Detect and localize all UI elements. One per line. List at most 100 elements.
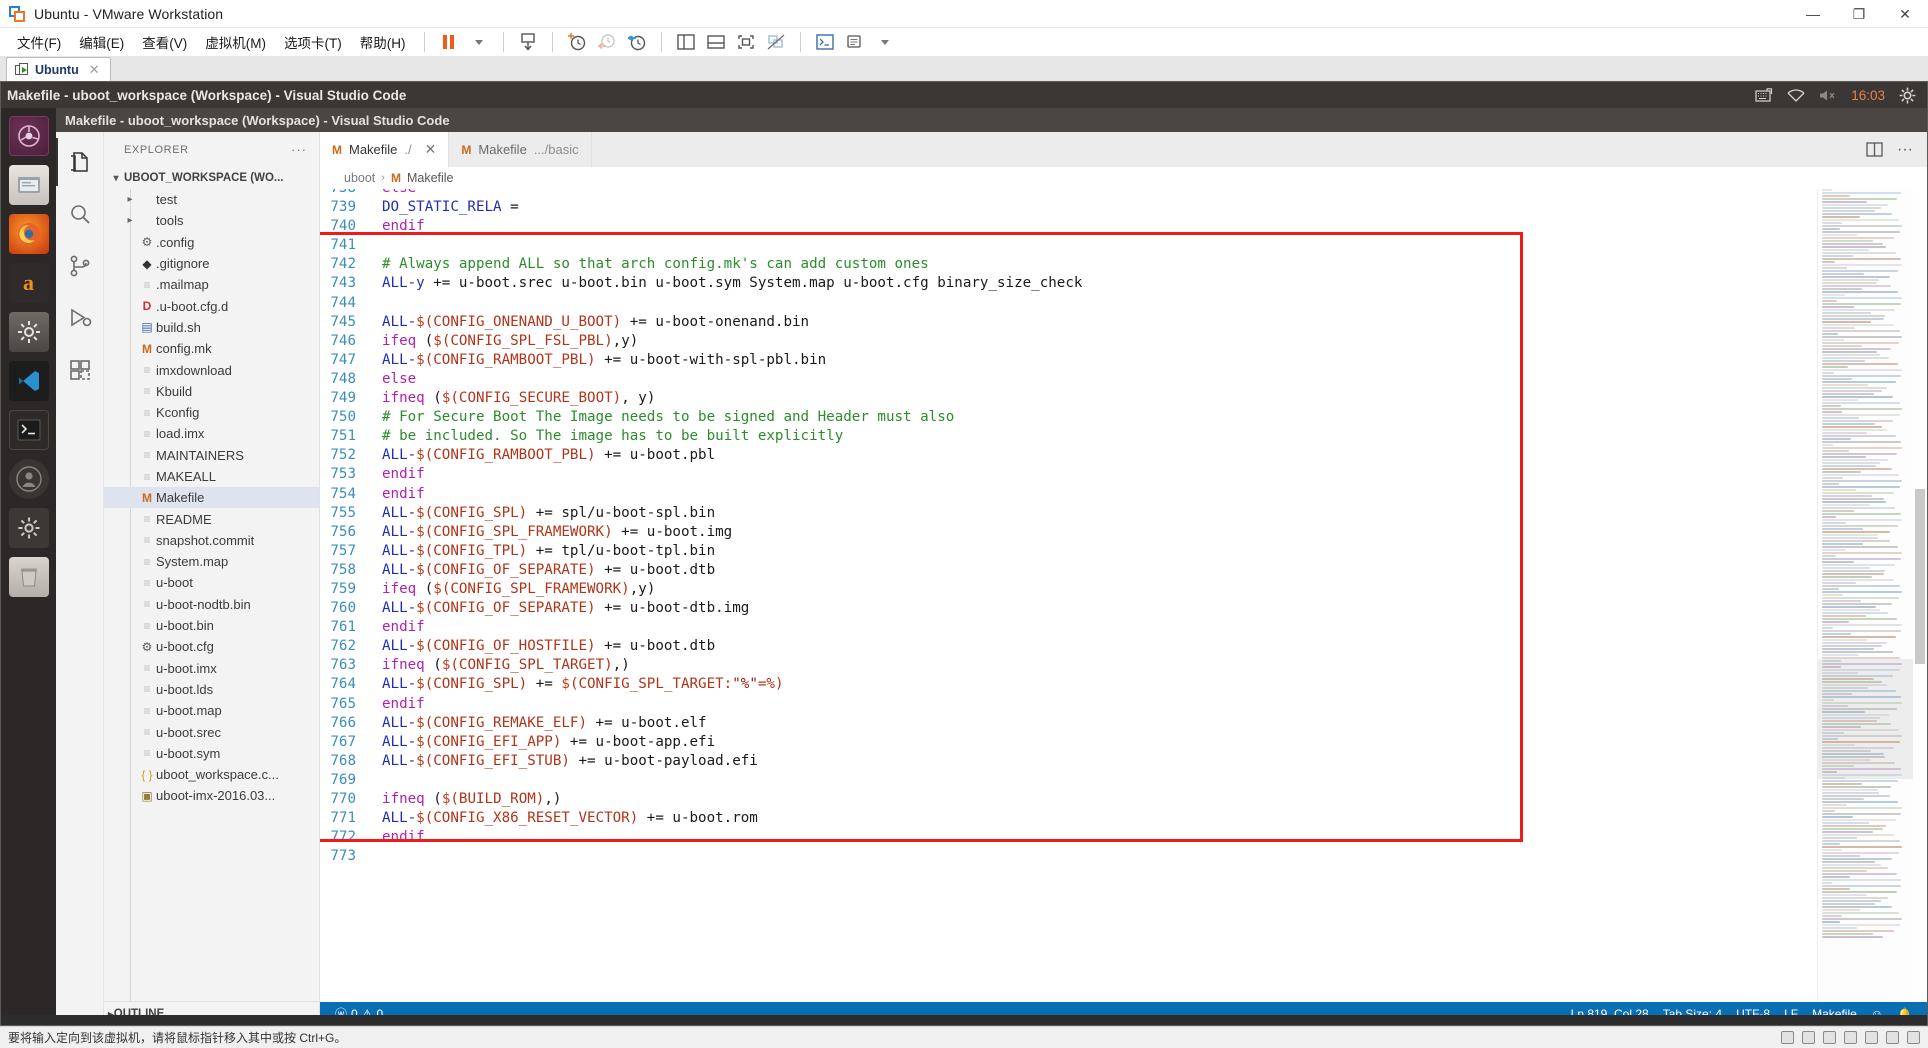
- activity-source-control-icon[interactable]: [56, 242, 104, 290]
- close-icon[interactable]: ✕: [425, 141, 437, 158]
- code-line[interactable]: 746 ifeq ($(CONFIG_SPL_FSL_PBL),y): [320, 332, 1817, 351]
- view-unity-icon[interactable]: [761, 29, 791, 55]
- code-line[interactable]: 752 ALL-$(CONFIG_RAMBOOT_PBL) += u-boot.p…: [320, 446, 1817, 465]
- tree-file-row[interactable]: ≡ load.imx: [104, 423, 319, 444]
- minimap[interactable]: [1817, 189, 1913, 1002]
- editor-scrollbar[interactable]: [1913, 189, 1927, 1002]
- code-line[interactable]: 744: [320, 294, 1817, 313]
- network-indicator-icon[interactable]: [1823, 1031, 1836, 1044]
- view-stacked-icon[interactable]: [701, 29, 731, 55]
- tree-file-row[interactable]: M Makefile: [104, 487, 319, 509]
- tree-file-row[interactable]: { } uboot_workspace.c...: [104, 764, 319, 785]
- tree-file-row[interactable]: ≡ .mailmap: [104, 274, 319, 295]
- code-line[interactable]: 759 ifeq ($(CONFIG_SPL_FRAMEWORK),y): [320, 580, 1817, 599]
- menu-file[interactable]: 文件(F): [8, 28, 70, 56]
- tree-file-row[interactable]: ≡ u-boot.srec: [104, 721, 319, 742]
- tree-file-row[interactable]: D .u-boot.cfg.d: [104, 295, 319, 316]
- code-editor-area[interactable]: 738else739DO_STATIC_RELA =740endif741742…: [320, 189, 1927, 1002]
- code-line[interactable]: 764 ALL-$(CONFIG_SPL) += $(CONFIG_SPL_TAR…: [320, 675, 1817, 694]
- code-line[interactable]: 741: [320, 236, 1817, 255]
- tree-folder-row[interactable]: ▸ test: [104, 189, 319, 210]
- tree-file-row[interactable]: ≡ MAINTAINERS: [104, 445, 319, 466]
- activity-search-icon[interactable]: [56, 190, 104, 238]
- tree-file-row[interactable]: ◆ .gitignore: [104, 253, 319, 274]
- usb-indicator-icon[interactable]: [1844, 1031, 1857, 1044]
- tree-file-row[interactable]: ≡ u-boot.lds: [104, 679, 319, 700]
- launcher-trash-icon[interactable]: [8, 557, 49, 597]
- tree-file-row[interactable]: Mconfig.mk: [104, 338, 319, 359]
- launcher-dash-home-icon[interactable]: [8, 116, 49, 156]
- cd-indicator-icon[interactable]: [1802, 1031, 1815, 1044]
- code-line[interactable]: 758 ALL-$(CONFIG_OF_SEPARATE) += u-boot.d…: [320, 561, 1817, 580]
- toolbar-caret-icon[interactable]: [870, 29, 900, 55]
- activity-run-debug-icon[interactable]: [56, 294, 104, 342]
- tree-file-row[interactable]: ≡ u-boot.sym: [104, 743, 319, 764]
- code-line[interactable]: 740 endif: [320, 217, 1817, 236]
- tree-file-row[interactable]: ≡ Kbuild: [104, 381, 319, 402]
- tree-file-row[interactable]: ≡ u-boot: [104, 572, 319, 593]
- launcher-terminal-icon[interactable]: [8, 410, 49, 450]
- tree-file-row[interactable]: ▤ build.sh: [104, 317, 319, 338]
- hard-disk-indicator-icon[interactable]: [1781, 1031, 1794, 1044]
- code-line[interactable]: 745 ALL-$(CONFIG_ONENAND_U_BOOT) += u-boo…: [320, 313, 1817, 332]
- code-line[interactable]: 773: [320, 847, 1817, 866]
- code-line[interactable]: 753 endif: [320, 465, 1817, 484]
- tree-file-row[interactable]: ⚙ u-boot.cfg: [104, 636, 319, 657]
- tree-file-row[interactable]: ≡ u-boot.map: [104, 700, 319, 721]
- breadcrumb-file[interactable]: Makefile: [407, 171, 454, 185]
- more-actions-icon[interactable]: ···: [1897, 141, 1913, 159]
- close-icon[interactable]: ✕: [89, 62, 100, 78]
- snapshot-take-icon[interactable]: [562, 29, 592, 55]
- tree-file-row[interactable]: ≡ u-boot-nodtb.bin: [104, 594, 319, 615]
- code-line[interactable]: 760 ALL-$(CONFIG_OF_SEPARATE) += u-boot-d…: [320, 599, 1817, 618]
- menu-tabs[interactable]: 选项卡(T): [275, 28, 351, 56]
- code-line[interactable]: 769: [320, 771, 1817, 790]
- display-indicator-icon[interactable]: [1907, 1031, 1920, 1044]
- code-line[interactable]: 762 ALL-$(CONFIG_OF_HOSTFILE) += u-boot.d…: [320, 637, 1817, 656]
- menu-edit[interactable]: 编辑(E): [70, 28, 133, 56]
- code-line[interactable]: 768 ALL-$(CONFIG_EFI_STUB) += u-boot-payl…: [320, 752, 1817, 771]
- view-sidebyside-icon[interactable]: [671, 29, 701, 55]
- tree-file-row[interactable]: ▣ uboot-imx-2016.03...: [104, 785, 319, 806]
- pause-icon[interactable]: [434, 29, 464, 55]
- tree-folder-row[interactable]: ▸ tools: [104, 210, 319, 231]
- code-line[interactable]: 748 else: [320, 370, 1817, 389]
- launcher-firefox-icon[interactable]: [8, 214, 49, 254]
- minimap-slider[interactable]: [1818, 659, 1913, 779]
- snapshot-manager-icon[interactable]: [622, 29, 652, 55]
- close-button[interactable]: ✕: [1882, 0, 1928, 28]
- preferences-icon[interactable]: [840, 29, 870, 55]
- file-tree[interactable]: ▸ test ▸ tools ⚙ .config ◆ .gitignore ≡ .mailmap D…: [104, 189, 319, 1001]
- code-line[interactable]: 756 ALL-$(CONFIG_SPL_FRAMEWORK) += u-boot…: [320, 523, 1817, 542]
- code-line[interactable]: 750 # For Secure Boot The Image needs to …: [320, 408, 1817, 427]
- split-editor-icon[interactable]: [1866, 141, 1883, 158]
- tree-file-row[interactable]: ≡ snapshot.commit: [104, 530, 319, 551]
- code-line[interactable]: 742 # Always append ALL so that arch conf…: [320, 255, 1817, 274]
- menu-view[interactable]: 查看(V): [133, 28, 196, 56]
- clock[interactable]: 16:03: [1851, 88, 1885, 103]
- code-lines[interactable]: 738else739DO_STATIC_RELA =740endif741742…: [320, 189, 1817, 1002]
- launcher-files-icon[interactable]: [8, 165, 49, 205]
- launcher-vscode-icon[interactable]: [8, 361, 49, 401]
- code-line[interactable]: 755 ALL-$(CONFIG_SPL) += spl/u-boot-spl.b…: [320, 504, 1817, 523]
- tree-file-row[interactable]: ≡ u-boot.bin: [104, 615, 319, 636]
- view-fullscreen-icon[interactable]: [731, 29, 761, 55]
- tree-file-row[interactable]: ≡ u-boot.imx: [104, 658, 319, 679]
- restore-button[interactable]: ❐: [1836, 0, 1882, 28]
- sound-indicator-icon[interactable]: [1865, 1031, 1878, 1044]
- dropdown-caret-icon[interactable]: [464, 29, 494, 55]
- code-line[interactable]: 751 # be included. So The image has to be…: [320, 427, 1817, 446]
- code-line[interactable]: 763 ifneq ($(CONFIG_SPL_TARGET),): [320, 656, 1817, 675]
- wifi-icon[interactable]: [1787, 88, 1805, 102]
- code-line[interactable]: 765 endif: [320, 695, 1817, 714]
- menu-help[interactable]: 帮助(H): [351, 28, 415, 56]
- code-line[interactable]: 747 ALL-$(CONFIG_RAMBOOT_PBL) += u-boot-w…: [320, 351, 1817, 370]
- minimize-button[interactable]: —: [1790, 0, 1836, 28]
- launcher-settings-gear-icon[interactable]: [8, 508, 49, 548]
- menu-vm[interactable]: 虚拟机(M): [196, 28, 275, 56]
- vm-tab-ubuntu[interactable]: Ubuntu ✕: [6, 57, 111, 81]
- tree-file-row[interactable]: ≡ imxdownload: [104, 359, 319, 380]
- tree-file-row[interactable]: ⚙ .config: [104, 232, 319, 253]
- code-line[interactable]: 754 endif: [320, 485, 1817, 504]
- activity-extensions-icon[interactable]: [56, 346, 104, 394]
